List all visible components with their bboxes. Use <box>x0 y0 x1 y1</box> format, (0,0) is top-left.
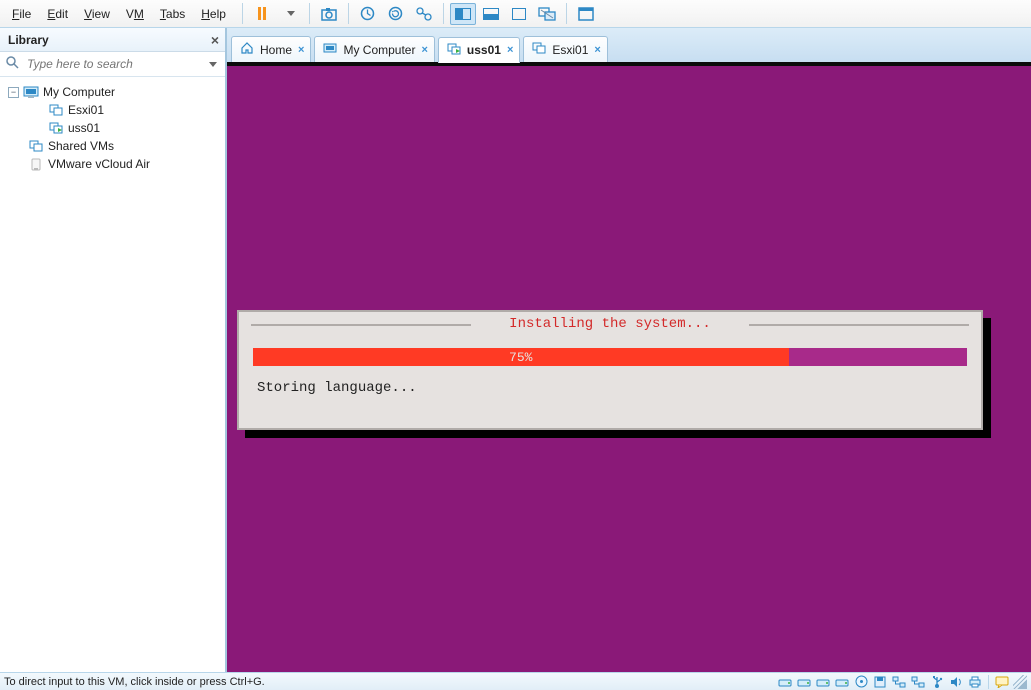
tray-separator <box>988 675 989 689</box>
tree-vm-esxi01[interactable]: Esxi01 <box>4 101 221 119</box>
device-harddisk-icon[interactable] <box>815 675 831 689</box>
device-cdrom-icon[interactable] <box>853 675 869 689</box>
vm-console[interactable]: Installing the system... 75% Storing lan… <box>227 66 1031 672</box>
menu-vm[interactable]: VM <box>118 3 152 25</box>
pause-button[interactable] <box>249 3 275 25</box>
vm-screen-wrap: Installing the system... 75% Storing lan… <box>227 62 1031 672</box>
device-tray <box>777 675 1027 689</box>
tree-shared-vms[interactable]: Shared VMs <box>4 137 221 155</box>
device-harddisk-icon[interactable] <box>777 675 793 689</box>
view-unity-button[interactable] <box>506 3 532 25</box>
snapshot-button[interactable] <box>316 3 342 25</box>
tree-label: VMware vCloud Air <box>48 157 150 171</box>
installer-title: Installing the system... <box>239 316 981 332</box>
cloud-icon <box>28 157 44 171</box>
tab-close-button[interactable]: × <box>507 44 513 56</box>
library-search <box>0 52 225 77</box>
tab-label: My Computer <box>343 43 415 57</box>
device-harddisk-icon[interactable] <box>796 675 812 689</box>
installer-status: Storing language... <box>257 380 417 396</box>
tree-label: Shared VMs <box>48 139 114 153</box>
device-floppy-icon[interactable] <box>872 675 888 689</box>
computer-icon <box>23 86 39 98</box>
tree-label: Esxi01 <box>68 103 104 117</box>
menu-file[interactable]: File <box>4 3 39 25</box>
resize-grip[interactable] <box>1013 675 1027 689</box>
computer-icon <box>323 43 337 57</box>
library-sidebar: Library × − My Computer Esxi01 <box>0 28 226 672</box>
search-input[interactable] <box>25 56 203 72</box>
library-header: Library × <box>0 28 225 52</box>
tree-label: uss01 <box>68 121 100 135</box>
tab-strip: Home × My Computer × uss01 × <box>227 28 1031 62</box>
progress-fill: 75% <box>253 348 789 366</box>
search-icon <box>6 56 19 72</box>
tab-esxi01[interactable]: Esxi01 × <box>523 36 607 62</box>
tab-home[interactable]: Home × <box>231 36 311 62</box>
view-console-button[interactable] <box>450 3 476 25</box>
tree-label: My Computer <box>43 85 115 99</box>
tab-mycomputer[interactable]: My Computer × <box>314 36 434 62</box>
device-harddisk-icon[interactable] <box>834 675 850 689</box>
menu-help[interactable]: Help <box>193 3 234 25</box>
power-dropdown[interactable] <box>277 3 303 25</box>
snapshot-take-button[interactable] <box>355 3 381 25</box>
tab-close-button[interactable]: × <box>421 44 427 56</box>
menu-view[interactable]: View <box>76 3 118 25</box>
menu-bar: File Edit View VM Tabs Help <box>0 0 1031 28</box>
device-usb-icon[interactable] <box>929 675 945 689</box>
collapse-icon[interactable]: − <box>8 87 19 98</box>
tree-vcloud-air[interactable]: VMware vCloud Air <box>4 155 221 173</box>
progress-text: 75% <box>509 350 532 365</box>
tab-close-button[interactable]: × <box>594 44 600 56</box>
device-network-icon[interactable] <box>891 675 907 689</box>
library-tree: − My Computer Esxi01 uss01 <box>0 77 225 179</box>
snapshot-revert-button[interactable] <box>383 3 409 25</box>
view-multi-monitor-button[interactable] <box>534 3 560 25</box>
search-filter-dropdown[interactable] <box>209 62 217 67</box>
messages-icon[interactable] <box>994 675 1010 689</box>
device-sound-icon[interactable] <box>948 675 964 689</box>
tab-uss01[interactable]: uss01 × <box>438 37 520 63</box>
device-network-icon[interactable] <box>910 675 926 689</box>
fullscreen-button[interactable] <box>573 3 599 25</box>
home-icon <box>240 42 254 57</box>
tree-my-computer[interactable]: − My Computer <box>4 83 221 101</box>
menu-items: File Edit View VM Tabs Help <box>0 0 238 27</box>
status-message: To direct input to this VM, click inside… <box>4 676 265 688</box>
vm-running-icon <box>447 43 461 58</box>
shared-vms-icon <box>28 140 44 152</box>
menu-file-rest: ile <box>19 7 31 21</box>
installer-dialog: Installing the system... 75% Storing lan… <box>237 310 983 430</box>
vm-icon <box>48 104 64 116</box>
status-bar: To direct input to this VM, click inside… <box>0 672 1031 690</box>
tab-close-button[interactable]: × <box>298 44 304 56</box>
vm-running-icon <box>48 122 64 134</box>
tree-vm-uss01[interactable]: uss01 <box>4 119 221 137</box>
tab-label: uss01 <box>467 43 501 57</box>
content-area: Home × My Computer × uss01 × <box>226 28 1031 672</box>
menu-edit[interactable]: Edit <box>39 3 76 25</box>
tab-label: Esxi01 <box>552 43 588 57</box>
menu-tabs[interactable]: Tabs <box>152 3 193 25</box>
device-printer-icon[interactable] <box>967 675 983 689</box>
view-thumbnail-button[interactable] <box>478 3 504 25</box>
tab-label: Home <box>260 43 292 57</box>
progress-bar: 75% <box>253 348 967 366</box>
snapshot-manager-button[interactable] <box>411 3 437 25</box>
library-title: Library <box>8 33 49 47</box>
library-close-button[interactable]: × <box>211 32 219 48</box>
vm-icon <box>532 42 546 57</box>
